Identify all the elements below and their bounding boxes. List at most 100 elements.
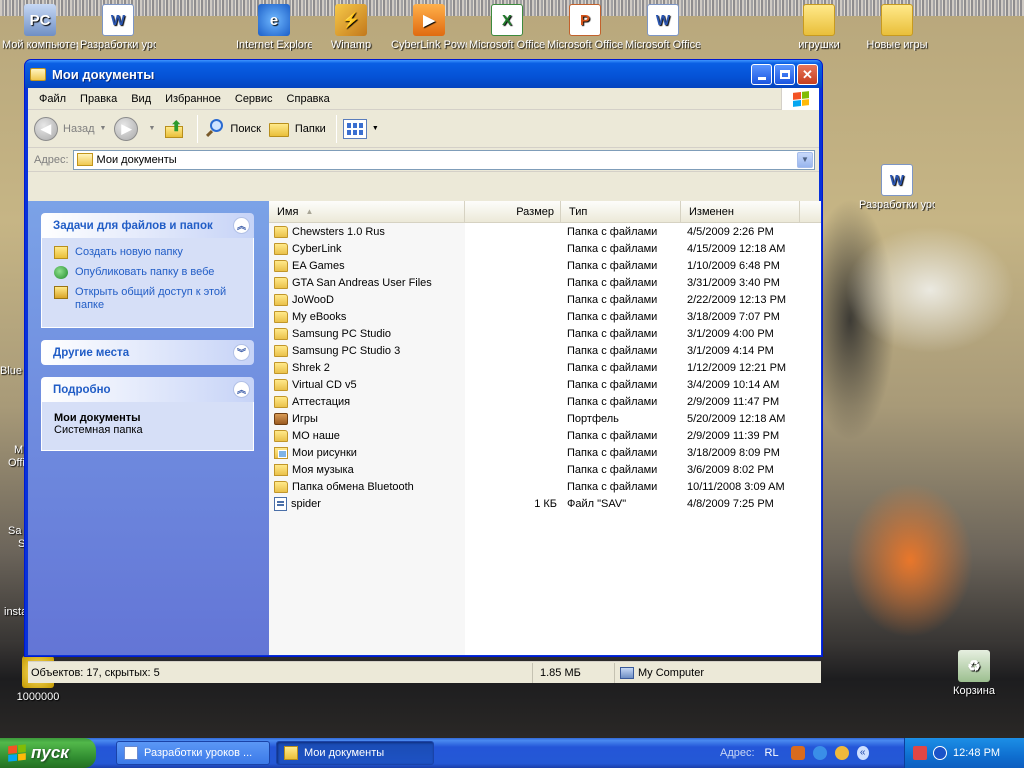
task-publish-web[interactable]: Опубликовать папку в вебе (54, 266, 245, 279)
file-type: Папка с файлами (567, 344, 658, 357)
tray-expand-icon[interactable]: « (856, 746, 869, 760)
file-name-cell: Samsung PC Studio (269, 327, 465, 340)
up-folder-button[interactable]: ⬆ (163, 118, 187, 140)
media-player-icon[interactable] (834, 746, 849, 760)
desktop-icon-excel[interactable]: X Microsoft Office Ex... (469, 4, 545, 51)
menu-tools[interactable]: Сервис (228, 93, 280, 105)
language-indicator[interactable]: RL (765, 747, 779, 759)
desktop-icon-lessons-doc[interactable]: W Разработки уроков 7... (80, 4, 156, 51)
search-button[interactable]: Поиск (204, 118, 261, 140)
file-modified: 4/15/2009 12:18 AM (687, 242, 786, 255)
task-share-folder-label: Открыть общий доступ к этой папке (75, 286, 227, 311)
taskbar-button-my-documents[interactable]: Мои документы (276, 741, 434, 765)
desktop-icon-my-computer[interactable]: PC Мой компьютер (2, 4, 78, 51)
menu-edit[interactable]: Правка (73, 93, 124, 105)
toolbar-separator (335, 114, 337, 143)
file-row[interactable]: GTA San Andreas User Files Папка с файлам… (269, 274, 821, 291)
chevron-down-icon: ▼ (801, 155, 809, 164)
desktop-icon-winamp[interactable]: ⚡ Winamp (313, 4, 389, 51)
menu-file[interactable]: Файл (32, 93, 73, 105)
task-new-folder[interactable]: Создать новую папку (54, 246, 245, 259)
forward-arrow-icon: ▶ (114, 116, 139, 141)
windows-logo (781, 88, 819, 110)
file-name: МО наше (292, 429, 340, 442)
folders-button[interactable]: Папки (268, 120, 326, 138)
file-type: Папка с файлами (567, 446, 658, 459)
taskbar-button-lessons[interactable]: Разработки уроков ... (116, 741, 270, 765)
excel-icon: X (491, 4, 523, 36)
desktop-icon-label: Microsoft Office Ex... (469, 39, 545, 51)
desktop-icon-word[interactable]: W Microsoft Office W... (625, 4, 701, 51)
file-row[interactable]: JoWooD Папка с файлами 2/22/2009 12:13 PM (269, 291, 821, 308)
file-row[interactable]: Папка обмена Bluetooth Папка с файлами 10/… (269, 478, 821, 495)
taskbar-address-label[interactable]: Адрес: (720, 747, 755, 759)
column-header-name-label: Имя (277, 205, 299, 218)
file-row[interactable]: My eBooks Папка с файлами 3/18/2009 7:07 P… (269, 308, 821, 325)
chevron-down-icon[interactable]: ︾ (233, 344, 250, 361)
file-row[interactable]: Игры Портфель 5/20/2009 12:18 AM (269, 410, 821, 427)
window-client-area: Файл Правка Вид Избранное Сервис Справка… (28, 88, 821, 683)
file-modified: 3/31/2009 3:40 PM (687, 276, 780, 289)
file-row[interactable]: Chewsters 1.0 Rus Папка с файлами 4/5/2009… (269, 223, 821, 240)
file-name-cell: Мои рисунки (269, 446, 465, 459)
security-icon[interactable] (913, 746, 927, 760)
folder-icon (76, 153, 93, 166)
column-header-type[interactable]: Тип (561, 201, 681, 222)
file-row[interactable]: Моя музыка Папка с файлами 3/6/2009 8:02 P… (269, 461, 821, 478)
close-button[interactable]: ✕ (797, 64, 818, 85)
file-tasks-header[interactable]: Задачи для файлов и папок ︽ (41, 213, 254, 238)
file-name-cell: spider (269, 496, 465, 511)
window-titlebar[interactable]: Мои документы ✕ (25, 60, 822, 88)
address-input[interactable]: Мои документы ▼ (72, 149, 815, 170)
file-name: JoWooD (292, 293, 334, 306)
file-list[interactable]: Имя ▲ Размер Тип Изменен Chewsters 1.0 R… (269, 201, 821, 655)
recycle-bin-icon: ♻ (958, 650, 990, 682)
status-location-label: My Computer (638, 666, 705, 679)
address-dropdown-button[interactable]: ▼ (797, 151, 813, 168)
bluetooth-icon[interactable] (933, 746, 947, 760)
desktop-icon-recycle-bin[interactable]: ♻ Корзина (936, 650, 1012, 697)
file-row[interactable]: spider 1 КБ Файл "SAV" 4/8/2009 7:25 PM (269, 495, 821, 512)
details-header[interactable]: Подробно ︽ (41, 377, 254, 402)
file-row[interactable]: Virtual CD v5 Папка с файлами 3/4/2009 10:… (269, 376, 821, 393)
views-button[interactable]: ▼ (342, 118, 379, 139)
file-row[interactable]: EA Games Папка с файлами 1/10/2009 6:48 PM (269, 257, 821, 274)
file-row[interactable]: Мои рисунки Папка с файлами 3/18/2009 8:09… (269, 444, 821, 461)
desktop-icon-powerpoint[interactable]: P Microsoft Office P... (547, 4, 623, 51)
desktop-icon-label: Мой компьютер (2, 39, 78, 51)
chevron-up-icon[interactable]: ︽ (233, 381, 250, 398)
file-row[interactable]: Аттестация Папка с файлами 2/9/2009 11:47 … (269, 393, 821, 410)
minimize-button[interactable] (751, 64, 772, 85)
column-header-size[interactable]: Размер (465, 201, 561, 222)
desktop-icon-powerdvd[interactable]: ▶ CyberLink PowerDVD (391, 4, 467, 51)
explorer-window[interactable]: Мои документы ✕ Файл Правка Вид Избранно… (24, 59, 823, 683)
file-row[interactable]: Samsung PC Studio Папка с файлами 3/1/2009… (269, 325, 821, 342)
file-row[interactable]: МО наше Папка с файлами 2/9/2009 11:39 PM (269, 427, 821, 444)
menu-view[interactable]: Вид (124, 93, 158, 105)
forward-button[interactable]: ▶ ▼ (114, 116, 155, 141)
desktop-icon-new-games-folder[interactable]: Новые игры (859, 4, 935, 51)
column-header-modified[interactable]: Изменен (681, 201, 800, 222)
internet-explorer-icon[interactable] (812, 746, 827, 760)
folder-icon (274, 293, 288, 306)
folder-icon (274, 276, 288, 289)
file-row[interactable]: Shrek 2 Папка с файлами 1/12/2009 12:21 PM (269, 359, 821, 376)
chevron-up-icon[interactable]: ︽ (233, 217, 250, 234)
start-button[interactable]: пуск (0, 738, 96, 768)
column-header-name[interactable]: Имя ▲ (269, 201, 465, 222)
other-places-header[interactable]: Другие места ︾ (41, 340, 254, 365)
file-row[interactable]: CyberLink Папка с файлами 4/15/2009 12:18 … (269, 240, 821, 257)
folder-icon (274, 310, 288, 323)
quick-launch-app-icon[interactable] (790, 746, 805, 760)
task-share-folder[interactable]: Открыть общий доступ к этой папке (54, 286, 245, 312)
file-name-cell: EA Games (269, 259, 465, 272)
clock[interactable]: 12:48 PM (953, 747, 1000, 759)
desktop-icon-internet-explorer[interactable]: e Internet Explorer (236, 4, 312, 51)
menu-favorites[interactable]: Избранное (158, 93, 228, 105)
file-row[interactable]: Samsung PC Studio 3 Папка с файлами 3/1/20… (269, 342, 821, 359)
maximize-button[interactable] (774, 64, 795, 85)
desktop-icon-toys-folder[interactable]: игрушки (781, 4, 857, 51)
back-button[interactable]: ◀ Назад ▼ (34, 116, 106, 141)
menu-help[interactable]: Справка (280, 93, 337, 105)
desktop-icon-lessons-doc-2[interactable]: W Разработки уроков 7... (859, 164, 935, 211)
